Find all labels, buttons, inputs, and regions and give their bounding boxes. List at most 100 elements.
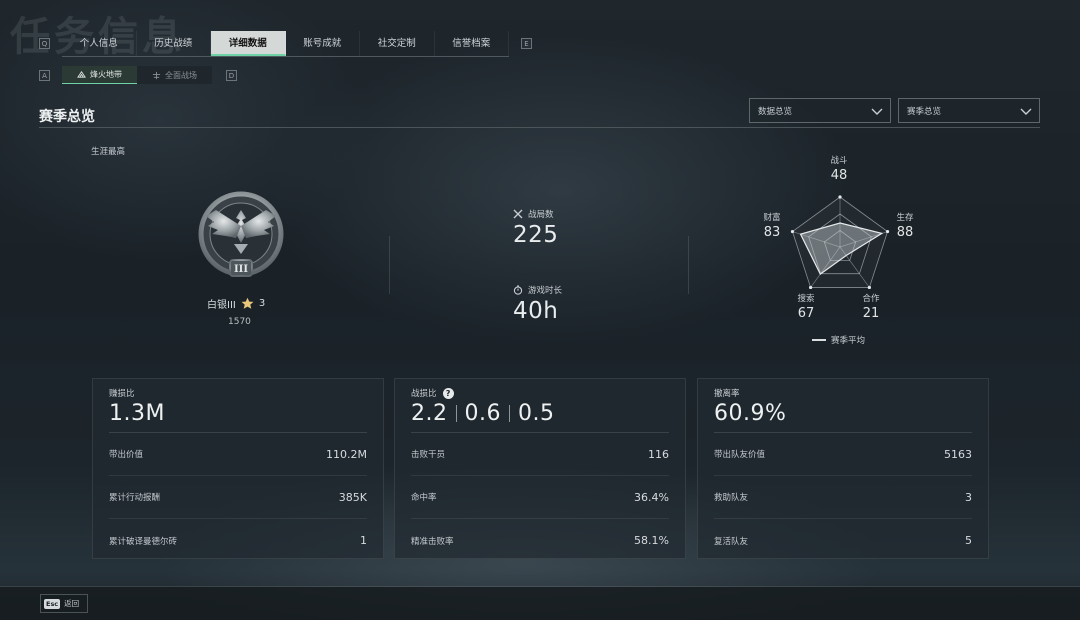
stopwatch-icon bbox=[513, 285, 523, 295]
nav-prev-key[interactable]: Q bbox=[39, 38, 50, 49]
row-value: 1 bbox=[360, 534, 367, 547]
profit-card: 赚损比 1.3M 带出价值 110.2M 累计行动报酬 385K 累计破译曼德尔砖 1 bbox=[92, 378, 384, 559]
card-big-value: 1.3M bbox=[109, 401, 165, 426]
row-value: 110.2M bbox=[326, 447, 367, 461]
row-value: 5 bbox=[965, 534, 972, 547]
row-label: 累计破译曼德尔砖 bbox=[109, 536, 178, 547]
row-label: 带出价值 bbox=[109, 450, 144, 460]
card-row: 命中率 36.4% bbox=[411, 476, 669, 519]
radar-value-search: 67 bbox=[797, 306, 815, 321]
kd-part-3: 0.5 bbox=[518, 401, 555, 426]
kd-part-2: 0.6 bbox=[464, 401, 501, 426]
footer-divider bbox=[0, 586, 1080, 587]
back-button[interactable]: Esc 返回 bbox=[40, 594, 88, 613]
radar-legend: 赛季平均 bbox=[812, 334, 865, 346]
footer-bar bbox=[0, 587, 1080, 620]
card-title: 撤离率 bbox=[714, 389, 740, 399]
radar-label-combat: 战斗 bbox=[830, 156, 848, 166]
tab-mode-extraction[interactable]: 烽火地带 bbox=[62, 66, 137, 84]
card-big-value: 60.9% bbox=[714, 401, 787, 426]
playtime-stat: 游戏时长 40h bbox=[513, 284, 562, 324]
badge-tier-text: III bbox=[234, 264, 248, 275]
card-row: 击败干员 116 bbox=[411, 433, 669, 476]
crossed-swords-icon bbox=[513, 209, 523, 219]
card-title-row: 战损比 ? bbox=[411, 387, 669, 399]
row-value: 3 bbox=[965, 490, 972, 504]
mode-warfare-icon bbox=[152, 71, 161, 79]
legend-line-icon bbox=[812, 339, 826, 341]
radar-value-combat: 48 bbox=[830, 168, 848, 183]
row-label: 救助队友 bbox=[714, 493, 749, 503]
radar-vertex-dot bbox=[809, 285, 813, 290]
row-label: 精准击败率 bbox=[411, 536, 454, 547]
playtime-value: 40h bbox=[513, 298, 559, 324]
radar-chart: 战斗 48 生存 88 合作 21 搜索 67 财富 83 bbox=[740, 150, 940, 350]
rank-name: 白银III bbox=[207, 300, 236, 311]
row-value: 58.1% bbox=[634, 534, 669, 547]
kd-card: 战损比 ? 2.2 0.6 0.5 击败干员 116 命中率 36.4% 精准击败率… bbox=[394, 378, 686, 559]
card-title: 赚损比 bbox=[109, 389, 135, 399]
main-tabs: 个人信息 历史战绩 详细数据 账号成就 社交定制 信誉档案 bbox=[62, 31, 509, 57]
radar-value-wealth: 83 bbox=[763, 225, 781, 240]
star-icon bbox=[241, 297, 254, 309]
section-divider bbox=[39, 127, 1040, 128]
subnav-next-key[interactable]: D bbox=[226, 70, 237, 81]
radar-vertex-dot bbox=[867, 285, 871, 290]
radar-label-wealth: 财富 bbox=[763, 213, 781, 223]
tab-reputation[interactable]: 信誉档案 bbox=[435, 31, 509, 56]
matches-stat: 战局数 225 bbox=[513, 208, 558, 248]
row-label: 累计行动报酬 bbox=[109, 493, 161, 503]
divider bbox=[389, 236, 390, 294]
row-value: 36.4% bbox=[634, 490, 669, 504]
radar-label-search: 搜索 bbox=[797, 294, 815, 304]
esc-key-icon: Esc bbox=[44, 598, 61, 609]
card-row: 带出队友价值 5163 bbox=[714, 433, 972, 476]
matches-value: 225 bbox=[513, 222, 559, 248]
card-title: 战损比 bbox=[411, 389, 437, 399]
tab-social-custom[interactable]: 社交定制 bbox=[360, 31, 435, 56]
data-overview-dropdown-value: 数据总览 bbox=[758, 106, 793, 117]
divider bbox=[688, 236, 689, 294]
tab-mode-extraction-label: 烽火地带 bbox=[90, 70, 122, 79]
back-label: 返回 bbox=[64, 599, 80, 608]
rank-stars: 3 bbox=[258, 298, 266, 309]
mode-extraction-icon bbox=[77, 70, 86, 78]
radar-vertex-dot bbox=[838, 195, 842, 199]
chevron-down-icon bbox=[871, 108, 883, 115]
card-big-value: 2.2 0.6 0.5 bbox=[411, 401, 669, 426]
matches-label: 战局数 bbox=[528, 210, 554, 220]
rank-badge-icon: III bbox=[198, 191, 284, 277]
row-label: 带出队友价值 bbox=[714, 450, 766, 460]
tab-detailed-data[interactable]: 详细数据 bbox=[211, 31, 286, 56]
row-value: 116 bbox=[648, 447, 669, 461]
season-dropdown[interactable]: 赛季总览 bbox=[898, 98, 1040, 123]
season-dropdown-value: 赛季总览 bbox=[907, 106, 942, 117]
radar-value-teamwork: 21 bbox=[862, 306, 880, 321]
tab-match-history[interactable]: 历史战绩 bbox=[137, 31, 211, 56]
section-title: 赛季总览 bbox=[39, 109, 95, 125]
rank-points: 1570 bbox=[228, 317, 251, 327]
subnav-prev-key[interactable]: A bbox=[39, 70, 50, 81]
chevron-down-icon bbox=[1020, 108, 1032, 115]
rank-row: 白银III 3 bbox=[207, 296, 265, 311]
radar-value-survival: 88 bbox=[896, 225, 914, 240]
tab-mode-warfare[interactable]: 全面战场 bbox=[137, 66, 212, 84]
tab-personal-info[interactable]: 个人信息 bbox=[62, 31, 137, 56]
data-overview-dropdown[interactable]: 数据总览 bbox=[749, 98, 891, 123]
extraction-card: 撤离率 60.9% 带出队友价值 5163 救助队友 3 复活队友 5 bbox=[697, 378, 989, 559]
radar-legend-label: 赛季平均 bbox=[831, 336, 866, 346]
nav-next-key[interactable]: E bbox=[521, 38, 532, 49]
card-row: 带出价值 110.2M bbox=[109, 433, 367, 476]
row-label: 击败干员 bbox=[411, 450, 446, 460]
row-label: 命中率 bbox=[411, 493, 437, 503]
career-best-label: 生涯最高 bbox=[91, 147, 126, 157]
help-icon[interactable]: ? bbox=[442, 387, 454, 399]
tab-achievements[interactable]: 账号成就 bbox=[286, 31, 360, 56]
row-value: 5163 bbox=[944, 447, 972, 461]
card-row: 复活队友 5 bbox=[714, 519, 972, 562]
card-row: 精准击败率 58.1% bbox=[411, 519, 669, 562]
tab-mode-warfare-label: 全面战场 bbox=[165, 70, 197, 80]
row-value: 385K bbox=[338, 490, 367, 504]
card-row: 累计行动报酬 385K bbox=[109, 476, 367, 519]
card-row: 累计破译曼德尔砖 1 bbox=[109, 519, 367, 562]
